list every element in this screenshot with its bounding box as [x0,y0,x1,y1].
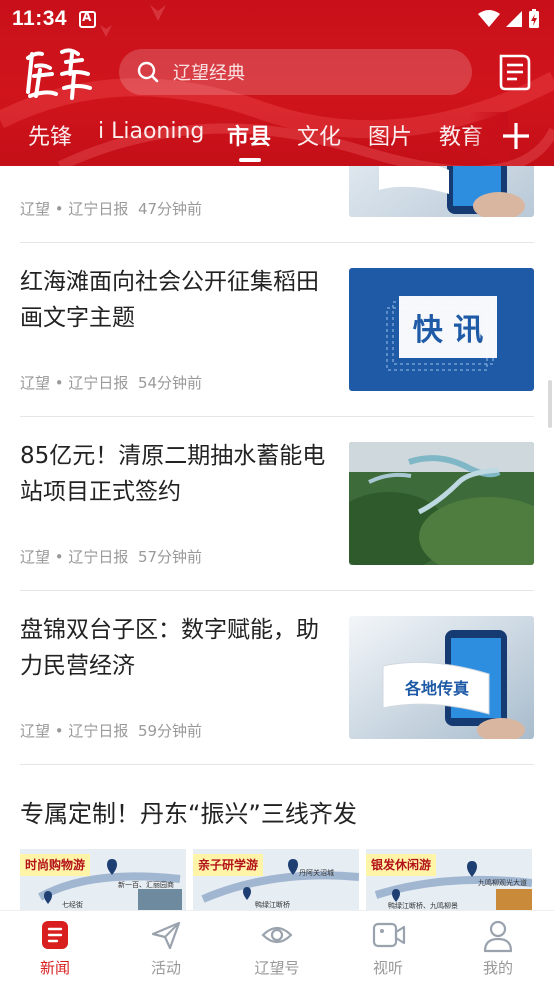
divider [20,590,534,591]
article-meta: 辽望 • 辽宁日报 57分钟前 [20,548,203,566]
article-thumbnail [349,166,534,217]
article-thumbnail: 各地传真 [349,616,534,739]
paper-plane-icon [151,921,181,950]
article-meta: 辽望 • 辽宁日报 54分钟前 [20,374,203,392]
svg-text:丹阿关沼城: 丹阿关沼城 [299,868,334,877]
scrollbar[interactable] [548,380,552,428]
news-item[interactable]: 红海滩面向社会公开征集稻田画文字主题 快 讯 辽望 • 辽宁日报 54分钟前 [20,268,534,392]
tab-tupian[interactable]: 图片 [368,119,412,151]
card-tag: 亲子研学游 [193,854,264,876]
status-bar: 11:34 [0,0,554,38]
divider [20,764,534,765]
search-placeholder: 辽望经典 [173,63,245,84]
svg-text:快 讯: 快 讯 [413,313,483,348]
add-channel-icon[interactable] [500,120,532,152]
search-icon [137,61,159,83]
news-item[interactable]: 盘锦双台子区：数字赋能，助力民营经济 各地传真 辽望 • 辽宁日报 59分钟前 [20,616,534,740]
signal-icon [506,11,522,27]
nav-label: 新闻 [39,959,70,977]
tab-xianfeng[interactable]: 先锋 [28,119,72,151]
user-icon [483,920,513,953]
divider [20,242,534,243]
notification-app-icon [79,10,97,28]
divider [20,416,534,417]
article-title: 红海滩面向社会公开征集稻田画文字主题 [20,269,319,331]
nav-video[interactable]: 视听 [338,911,438,985]
nav-liaowanghao[interactable]: 辽望号 [227,911,327,985]
bottom-navigation: 新闻 活动 辽望号 视听 我的 [0,910,554,985]
nav-label: 辽望号 [254,959,300,977]
nav-label: 我的 [482,959,513,977]
news-icon [42,921,68,949]
search-bar[interactable]: 辽望经典 [119,49,472,95]
channel-tabs: ! 先锋 i Liaoning 市县 文化 图片 教育 [0,112,554,162]
svg-text:七经街: 七经街 [62,900,83,909]
article-meta: 辽望 • 辽宁日报 47分钟前 [20,200,203,218]
svg-text:鸭绿江断桥: 鸭绿江断桥 [255,900,290,909]
article-thumbnail [349,442,534,565]
tab-iliaoning[interactable]: i Liaoning [98,119,204,144]
card-tag: 时尚购物游 [20,854,91,876]
nav-label: 活动 [150,959,181,977]
tab-wenhua[interactable]: 文化 [297,119,341,151]
special-section-title[interactable]: 专属定制！丹东“振兴”三线齐发 [20,794,357,829]
svg-text:九鸣柳观光大道: 九鸣柳观光大道 [478,878,527,887]
svg-text:新一百、汇丽园商: 新一百、汇丽园商 [118,880,174,889]
news-feed[interactable]: 辽望 • 辽宁日报 47分钟前 红海滩面向社会公开征集稻田画文字主题 快 讯 辽… [0,166,554,910]
article-title: 85亿元！清原二期抽水蓄能电站项目正式签约 [20,443,326,505]
wifi-icon [478,10,500,27]
article-title: 盘锦双台子区：数字赋能，助力民营经济 [20,617,319,679]
tab-shixian[interactable]: 市县 [227,119,271,151]
nav-activity[interactable]: 活动 [116,911,216,985]
status-time: 11:34 [12,7,68,30]
eye-icon [261,926,293,944]
battery-charging-icon [529,9,539,28]
app-header: 11:34 辽望 辽望经典 [0,0,554,166]
special-card[interactable]: 丹阿关沼城 鸭绿江断桥 亲子研学游 [193,849,359,910]
news-item[interactable]: 辽望 • 辽宁日报 47分钟前 [20,166,534,218]
svg-text:鸭绿江断桥、九鸣柳景: 鸭绿江断桥、九鸣柳景 [388,901,458,910]
nav-news[interactable]: 新闻 [5,911,105,985]
special-card[interactable]: 九鸣柳观光大道 鸭绿江断桥、九鸣柳景 银发休闲游 [366,849,532,910]
app-logo: 辽望 [26,48,92,100]
news-item[interactable]: 85亿元！清原二期抽水蓄能电站项目正式签约 辽望 • 辽宁日报 57分钟前 [20,442,534,566]
status-indicators [478,9,540,29]
newspaper-menu-icon[interactable] [497,52,533,92]
article-meta: 辽望 • 辽宁日报 59分钟前 [20,722,203,740]
article-thumbnail: 快 讯 [349,268,534,391]
video-icon [372,922,406,948]
tab-partial[interactable]: ! [0,119,3,144]
active-tab-indicator [239,158,261,162]
card-tag: 银发休闲游 [366,854,437,876]
special-card[interactable]: 新一百、汇丽园商 七经街 时尚购物游 [20,849,186,910]
nav-label: 视听 [372,959,403,977]
nav-profile[interactable]: 我的 [448,911,548,985]
svg-text:各地传真: 各地传真 [404,679,469,698]
